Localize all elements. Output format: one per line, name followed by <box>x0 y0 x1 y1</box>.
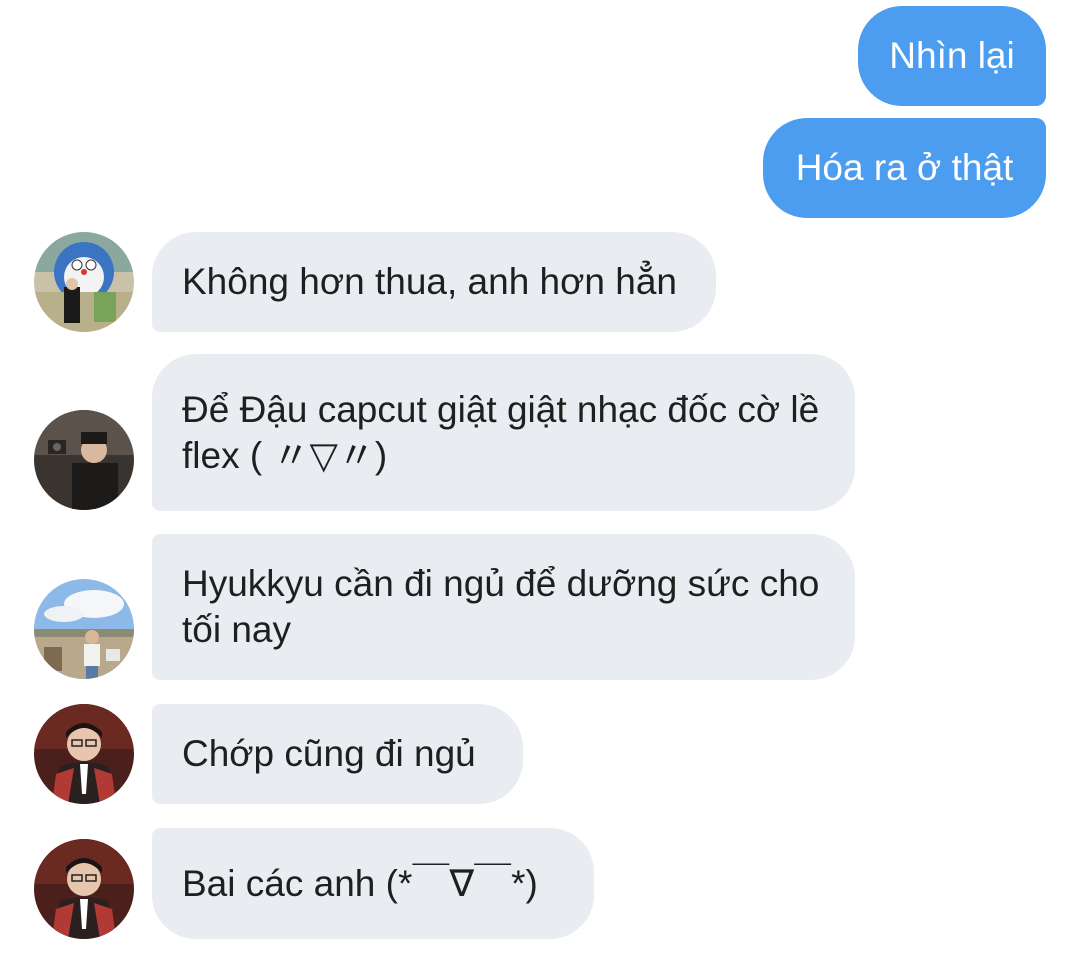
avatar[interactable] <box>34 232 134 332</box>
received-message-bubble[interactable]: Để Đậu capcut giật giật nhạc đốc cờ lề f… <box>152 354 855 511</box>
message-text: Bai các anh (*￣∇￣*) <box>182 862 538 904</box>
message-text: Chớp cũng đi ngủ <box>182 733 476 774</box>
received-message-bubble[interactable]: Chớp cũng đi ngủ <box>152 704 523 804</box>
avatar-photo-icon <box>34 839 134 939</box>
avatar-photo-icon <box>34 410 134 510</box>
avatar-photo-icon <box>34 704 134 804</box>
message-text: Không hơn thua, anh hơn hẳn <box>182 261 677 302</box>
message-text: Hóa ra ở thật <box>795 147 1014 188</box>
message-text: Hyukkyu cần đi ngủ để dưỡng sức cho tối … <box>182 563 830 650</box>
avatar[interactable] <box>34 410 134 510</box>
avatar-photo-icon <box>34 232 134 332</box>
avatar[interactable] <box>34 839 134 939</box>
received-message-bubble[interactable]: Không hơn thua, anh hơn hẳn <box>152 232 716 332</box>
message-text: Để Đậu capcut giật giật nhạc đốc cờ lề f… <box>182 388 830 476</box>
received-message-bubble[interactable]: Hyukkyu cần đi ngủ để dưỡng sức cho tối … <box>152 534 855 680</box>
sent-message-bubble[interactable]: Hóa ra ở thật <box>763 118 1046 218</box>
received-message-bubble[interactable]: Bai các anh (*￣∇￣*) <box>152 828 594 939</box>
avatar[interactable] <box>34 579 134 679</box>
sent-message-bubble[interactable]: Nhìn lại <box>858 6 1046 106</box>
message-text: Nhìn lại <box>889 35 1015 76</box>
avatar-photo-icon <box>34 579 134 679</box>
avatar[interactable] <box>34 704 134 804</box>
